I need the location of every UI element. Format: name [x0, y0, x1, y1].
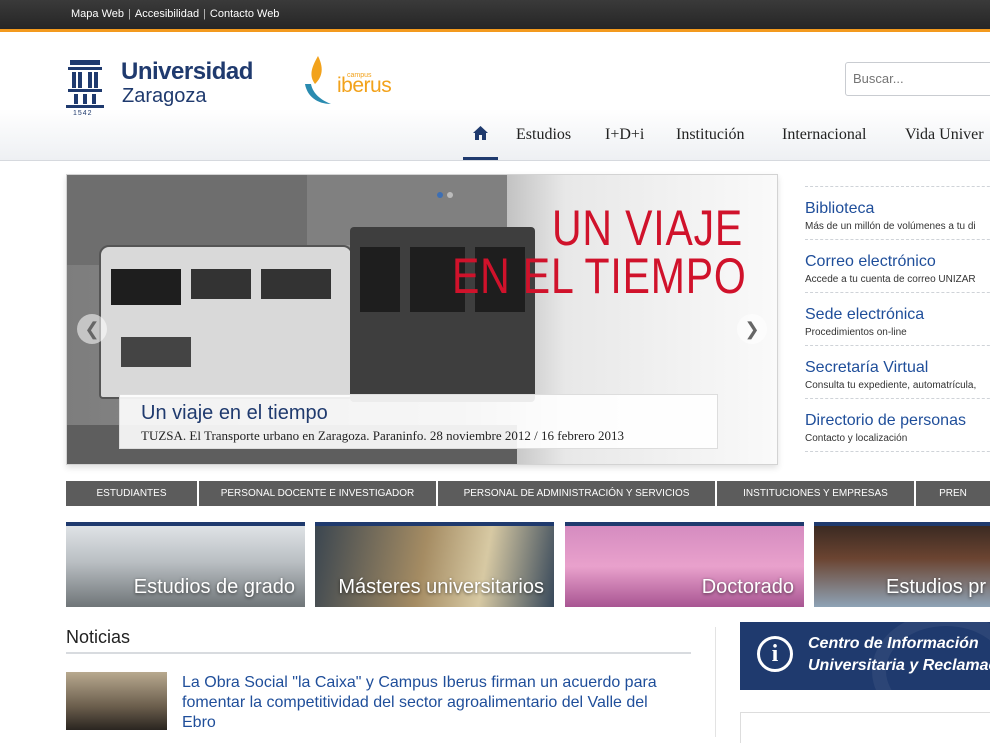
quick-link-subtitle: Procedimientos on-line: [805, 327, 907, 338]
separator: |: [203, 8, 206, 20]
bus-shape: [99, 245, 353, 399]
home-icon: [473, 126, 488, 140]
quick-link-sede[interactable]: Sede electrónica Procedimientos on-line: [805, 292, 990, 345]
bus-window: [191, 269, 251, 299]
audience-pas[interactable]: PERSONAL DE ADMINISTRACIÓN Y SERVICIOS: [438, 481, 717, 506]
info-icon: i: [757, 636, 793, 672]
top-utility-bar: Mapa Web | Accesibilidad | Contacto Web: [0, 0, 990, 32]
slider-dot[interactable]: [437, 192, 443, 198]
nav-estudios[interactable]: Estudios: [516, 126, 571, 144]
quick-links: Biblioteca Más de un millón de volúmenes…: [805, 186, 990, 452]
news-item-link[interactable]: La Obra Social "la Caixa" y Campus Iberu…: [182, 673, 682, 733]
quick-link-title: Secretaría Virtual: [805, 359, 929, 376]
quick-link-subtitle: Más de un millón de volúmenes a tu di: [805, 221, 976, 232]
quick-link-title: Correo electrónico: [805, 253, 936, 270]
audience-estudiantes[interactable]: ESTUDIANTES: [66, 481, 199, 506]
quick-link-title: Sede electrónica: [805, 306, 925, 323]
tile-label: Estudios de grado: [133, 576, 295, 598]
arrow-left-icon[interactable]: ❮: [77, 314, 107, 344]
quick-link-subtitle: Accede a tu cuenta de correo UNIZAR: [805, 274, 976, 285]
slider-caption[interactable]: Un viaje en el tiempo TUZSA. El Transpor…: [119, 394, 718, 449]
nav-internacional[interactable]: Internacional: [782, 126, 866, 144]
bus-window: [261, 269, 331, 299]
logo-name-universidad[interactable]: Universidad: [121, 58, 253, 86]
logo-name-zaragoza[interactable]: Zaragoza: [122, 85, 207, 108]
link-contacto-web[interactable]: Contacto Web: [210, 8, 280, 20]
search-box: [845, 62, 990, 96]
main-navigation: Estudios I+D+i Institución Internacional…: [0, 122, 990, 160]
quick-link-correo[interactable]: Correo electrónico Accede a tu cuenta de…: [805, 239, 990, 292]
side-panel: [740, 712, 990, 743]
link-mapa-web[interactable]: Mapa Web: [71, 8, 124, 20]
audience-prensa[interactable]: PREN: [916, 481, 990, 506]
divider: [66, 652, 691, 654]
tile-label: Másteres universitarios: [338, 576, 544, 598]
bus-grille: [121, 337, 191, 367]
campus-iberus-logo[interactable]: iberus: [337, 74, 392, 98]
audience-bar: ESTUDIANTES PERSONAL DOCENTE E INVESTIGA…: [66, 481, 990, 506]
tram-window: [360, 247, 400, 312]
tile-estudios-propios[interactable]: Estudios pr: [814, 522, 990, 607]
tile-doctorado[interactable]: Doctorado: [565, 522, 804, 607]
nav-idi[interactable]: I+D+i: [605, 126, 644, 144]
link-accesibilidad[interactable]: Accesibilidad: [135, 8, 199, 20]
quick-link-title: Biblioteca: [805, 200, 875, 217]
quick-link-secretaria[interactable]: Secretaría Virtual Consulta tu expedient…: [805, 345, 990, 398]
tile-label: Estudios pr: [886, 576, 987, 598]
info-banner-line1: Centro de Información: [808, 635, 979, 652]
arrow-right-icon[interactable]: ❯: [737, 314, 767, 344]
quick-link-subtitle: Consulta tu expediente, automatrícula,: [805, 380, 977, 391]
info-centre-banner[interactable]: i Centro de Información Universitaria y …: [740, 622, 990, 690]
news-thumbnail[interactable]: [66, 672, 167, 730]
audience-instituciones[interactable]: INSTITUCIONES Y EMPRESAS: [717, 481, 916, 506]
divider: [715, 627, 716, 737]
audience-pdi[interactable]: PERSONAL DOCENTE E INVESTIGADOR: [199, 481, 438, 506]
logo-year: 1542: [73, 110, 93, 117]
site-header: 1542 Universidad Zaragoza campus iberus …: [0, 32, 990, 161]
slider-dot[interactable]: [447, 192, 453, 198]
featured-slider[interactable]: UN VIAJE EN EL TIEMPO ❮ ❯ Un viaje en el…: [66, 174, 778, 465]
nav-institucion[interactable]: Institución: [676, 126, 744, 144]
tile-masteres[interactable]: Másteres universitarios: [315, 522, 554, 607]
info-banner-line2: Universitaria y Reclamac: [808, 657, 990, 674]
nav-vida-universitaria[interactable]: Vida Univer: [905, 126, 984, 144]
quick-link-title: Directorio de personas: [805, 412, 966, 429]
university-emblem-icon[interactable]: [66, 60, 104, 108]
slider-headline-line2: EN EL TIEMPO: [452, 248, 747, 304]
slider-dots: [435, 185, 455, 203]
tile-estudios-grado[interactable]: Estudios de grado: [66, 522, 305, 607]
separator: |: [128, 8, 131, 20]
news-heading: Noticias: [66, 627, 131, 647]
tile-label: Doctorado: [701, 576, 794, 598]
bus-window: [111, 269, 181, 305]
quick-link-subtitle: Contacto y localización: [805, 433, 908, 444]
caption-title: Un viaje en el tiempo: [141, 402, 328, 424]
campus-iberus-flame-icon[interactable]: [303, 54, 333, 106]
decoration: [872, 622, 990, 690]
nav-home[interactable]: [463, 122, 498, 160]
caption-subtitle: TUZSA. El Transporte urbano en Zaragoza.…: [141, 428, 625, 443]
search-input[interactable]: [846, 63, 990, 94]
quick-link-biblioteca[interactable]: Biblioteca Más de un millón de volúmenes…: [805, 186, 990, 239]
utility-links: Mapa Web | Accesibilidad | Contacto Web: [71, 8, 279, 20]
quick-link-directorio[interactable]: Directorio de personas Contacto y locali…: [805, 398, 990, 452]
